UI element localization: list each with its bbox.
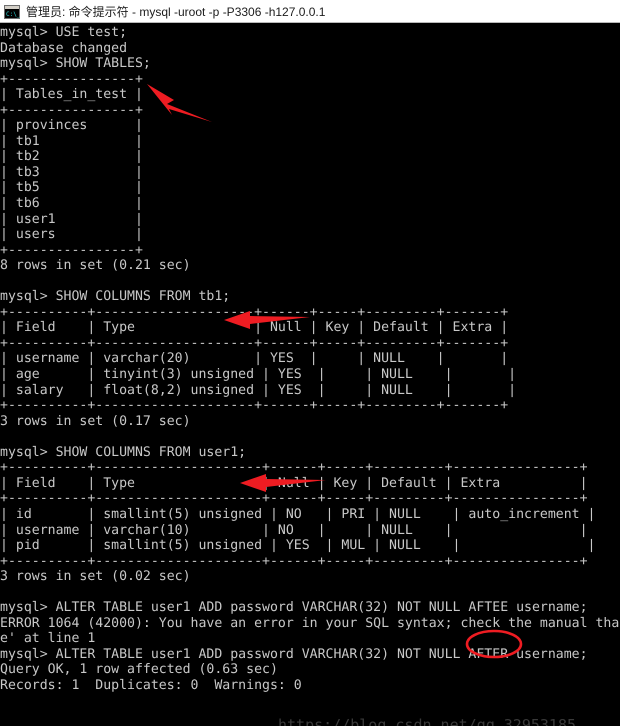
watermark: https://blog.csdn.net/qq_32953185 [278,716,577,726]
window-titlebar[interactable]: C:\_ 管理员: 命令提示符 - mysql -uroot -p -P3306… [0,0,620,23]
console-output: mysql> USE test; Database changed mysql>… [0,25,620,693]
window-title: 管理员: 命令提示符 - mysql -uroot -p -P3306 -h12… [26,4,326,19]
terminal-screen[interactable]: mysql> USE test; Database changed mysql>… [0,23,620,726]
console-icon: C:\_ [4,4,21,19]
svg-text:C:\_: C:\_ [6,11,20,18]
